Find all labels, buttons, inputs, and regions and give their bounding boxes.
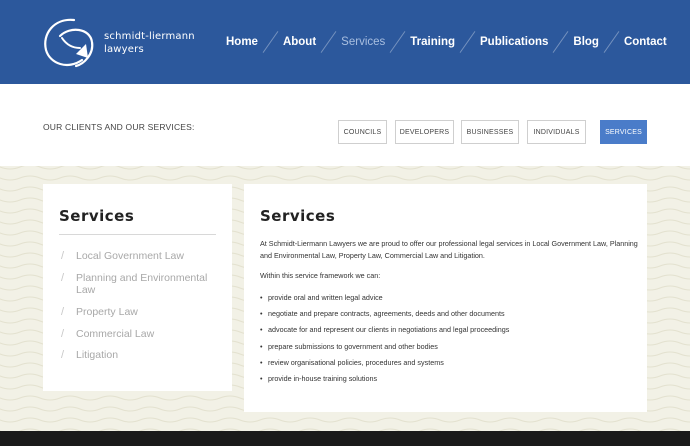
filter-services-button[interactable]: SERVICES <box>600 120 647 144</box>
wave-line <box>0 417 690 423</box>
bullet-icon: • <box>260 357 263 367</box>
nav-home[interactable]: Home <box>226 36 258 48</box>
nav-about[interactable]: About <box>283 36 316 48</box>
services-sidebar: Services / Local Government Law / Planni… <box>43 184 232 391</box>
list-item: • prepare submissions to government and o… <box>260 341 640 359</box>
list-item: • negotiate and prepare contracts, agreem… <box>260 310 640 326</box>
sidebar-title: Services <box>59 207 135 225</box>
framework-paragraph: Within this service framework we can: <box>260 271 381 280</box>
slash-icon: / <box>61 272 65 284</box>
nav-training[interactable]: Training <box>410 36 455 48</box>
bullet-icon: • <box>260 341 263 351</box>
site-footer <box>0 431 690 446</box>
main-nav: Home About Services Training Publication… <box>226 0 667 84</box>
list-item-text: provide oral and written legal advice <box>268 293 383 302</box>
slash-icon: / <box>61 328 65 340</box>
list-item: • review organisational policies, procedu… <box>260 357 640 375</box>
list-item-text: prepare submissions to government and ot… <box>268 341 438 351</box>
sidebar-item-label: Litigation <box>76 349 119 361</box>
page-title: Services <box>260 207 336 225</box>
nav-blog[interactable]: Blog <box>573 36 599 48</box>
slash-icon: / <box>61 349 65 361</box>
wave-line <box>0 166 690 170</box>
list-item-text: provide in-house training solutions <box>268 373 378 383</box>
clients-bar: OUR CLIENTS AND OUR SERVICES: COUNCILS D… <box>0 84 690 168</box>
filter-developers-button[interactable]: DEVELOPERS <box>395 120 454 144</box>
sidebar-item-label: Property Law <box>76 306 138 318</box>
logo-swoosh-icon[interactable] <box>40 14 96 70</box>
services-list: • provide oral and written legal advice •… <box>260 293 640 391</box>
brand-name[interactable]: schmidt-liermann lawyers <box>104 30 195 56</box>
intro-paragraph: At Schmidt-Liermann Lawyers we are proud… <box>260 239 638 260</box>
bullet-icon: • <box>260 293 263 302</box>
site-header: schmidt-liermann lawyers Home About Serv… <box>0 0 690 84</box>
list-item-text: review organisational policies, procedur… <box>268 357 444 367</box>
services-content: Services At Schmidt-Liermann Lawyers we … <box>244 184 647 412</box>
filter-councils-button[interactable]: COUNCILS <box>338 120 387 144</box>
bullet-icon: • <box>260 309 263 319</box>
slash-icon <box>459 31 476 53</box>
slash-icon <box>262 31 279 53</box>
nav-publications[interactable]: Publications <box>480 36 548 48</box>
sidebar-divider <box>59 234 216 235</box>
brand-line-2: lawyers <box>104 44 144 55</box>
sidebar-item-label: Planning and Environmental Law <box>76 272 208 296</box>
sidebar-item-label: Local Government Law <box>76 250 184 262</box>
clients-label: OUR CLIENTS AND OUR SERVICES: <box>43 122 195 132</box>
list-item: • provide oral and written legal advice <box>260 293 640 310</box>
wave-line <box>0 175 690 181</box>
slash-icon <box>320 31 337 53</box>
slash-icon <box>603 31 620 53</box>
slash-icon <box>553 31 569 53</box>
sidebar-item-label: Commercial Law <box>76 328 155 340</box>
nav-contact[interactable]: Contact <box>624 36 667 48</box>
list-item: • advocate for and represent our clients … <box>260 326 640 342</box>
nav-services[interactable]: Services <box>341 36 385 48</box>
brand-line-1: schmidt-liermann <box>104 31 195 42</box>
list-item-text: negotiate and prepare contracts, agreeme… <box>268 309 505 319</box>
list-item: • provide in-house training solutions <box>260 373 640 391</box>
slash-icon: / <box>61 306 65 318</box>
bullet-icon: • <box>260 325 263 335</box>
filter-individuals-button[interactable]: INDIVIDUALS <box>527 120 586 144</box>
list-item-text: advocate for and represent our clients i… <box>268 325 510 335</box>
slash-icon <box>389 31 406 53</box>
bullet-icon: • <box>260 373 263 383</box>
filter-businesses-button[interactable]: BUSINESSES <box>461 120 519 144</box>
slash-icon: / <box>61 250 65 262</box>
